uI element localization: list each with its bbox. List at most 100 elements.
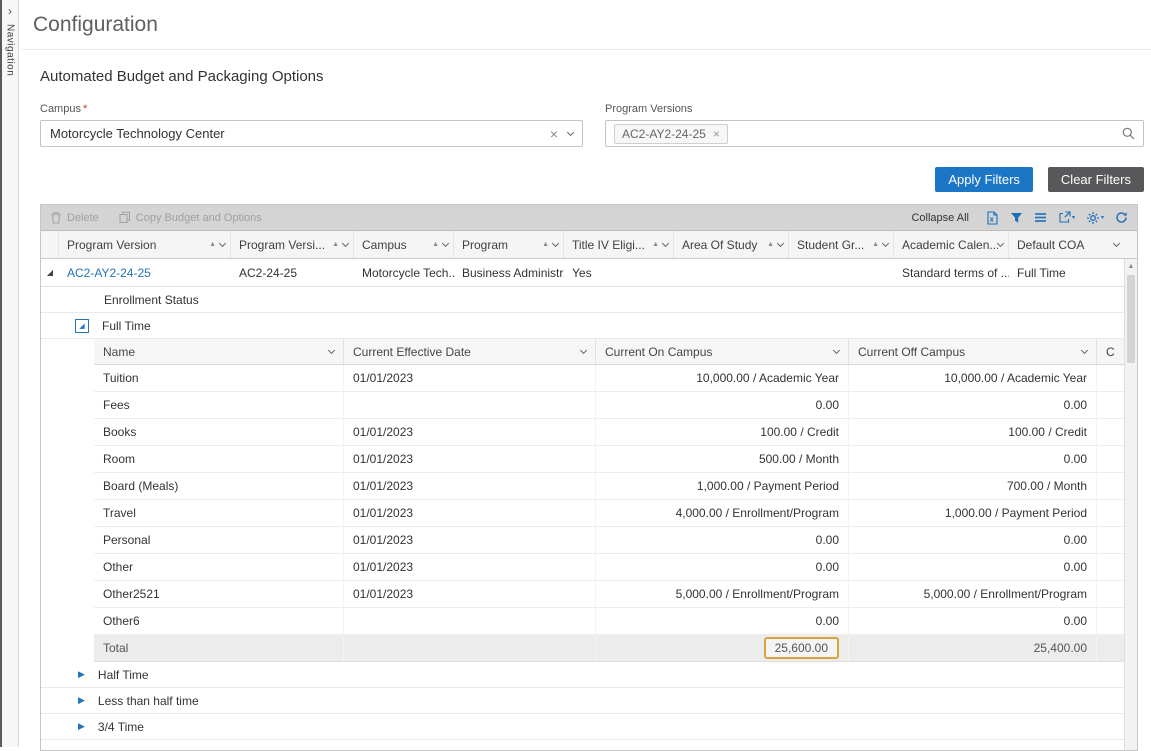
column-header-title-iv[interactable]: Title IV Eligi...▲ bbox=[564, 231, 674, 258]
budget-on-campus: 0.00 bbox=[596, 608, 849, 634]
expand-status-icon[interactable]: ▶ bbox=[78, 696, 85, 705]
status-row-less-than-half-time[interactable]: ▶ Less than half time bbox=[41, 688, 1124, 714]
collapse-status-icon[interactable]: ◢ bbox=[75, 319, 89, 333]
column-menu-icon[interactable] bbox=[442, 240, 449, 247]
budget-row[interactable]: Personal 01/01/2023 0.00 0.00 bbox=[94, 527, 1124, 554]
column-menu-icon[interactable] bbox=[552, 240, 559, 247]
budget-extra bbox=[1097, 608, 1124, 634]
column-menu-icon[interactable] bbox=[997, 240, 1004, 247]
program-versions-input[interactable]: AC2-AY2-24-25 × bbox=[605, 120, 1144, 147]
budget-row[interactable]: Books 01/01/2023 100.00 / Credit 100.00 … bbox=[94, 419, 1124, 446]
column-chooser-icon[interactable] bbox=[1034, 212, 1047, 223]
navigation-sidebar[interactable]: › Navigation bbox=[0, 0, 19, 747]
budget-grid: Delete Copy Budget and Options Collapse … bbox=[40, 204, 1138, 751]
budget-column-on-campus[interactable]: Current On Campus bbox=[596, 339, 849, 364]
budget-column-name[interactable]: Name bbox=[94, 339, 344, 364]
status-row-half-time[interactable]: ▶ Half Time bbox=[41, 662, 1124, 688]
budget-name: Books bbox=[94, 419, 344, 445]
settings-gear-icon[interactable]: ▾ bbox=[1086, 211, 1104, 225]
budget-off-campus: 0.00 bbox=[849, 608, 1097, 634]
column-header-student-group[interactable]: Student Gr...▲ bbox=[789, 231, 894, 258]
status-row-full-time[interactable]: ◢ Full Time bbox=[41, 313, 1124, 339]
column-menu-icon[interactable] bbox=[1081, 347, 1088, 354]
budget-on-campus: 0.00 bbox=[596, 527, 849, 553]
collapse-all-button[interactable]: Collapse All bbox=[911, 212, 968, 224]
campus-dropdown-icon[interactable] bbox=[567, 129, 574, 136]
column-header-campus[interactable]: Campus▲ bbox=[354, 231, 454, 258]
column-menu-icon[interactable] bbox=[662, 240, 669, 247]
budget-row[interactable]: Room 01/01/2023 500.00 / Month 0.00 bbox=[94, 446, 1124, 473]
budget-row[interactable]: Fees 0.00 0.00 bbox=[94, 392, 1124, 419]
chip-remove-icon[interactable]: × bbox=[713, 128, 720, 140]
budget-column-effective-date[interactable]: Current Effective Date bbox=[344, 339, 596, 364]
column-header-program-version-code[interactable]: Program Versi...▲ bbox=[231, 231, 354, 258]
column-menu-icon[interactable] bbox=[328, 347, 335, 354]
status-row-three-quarter-time[interactable]: ▶ 3/4 Time bbox=[41, 714, 1124, 740]
delete-button[interactable]: Delete bbox=[50, 211, 99, 224]
program-version-link[interactable]: AC2-AY2-24-25 bbox=[67, 266, 151, 280]
page-header: Configuration bbox=[21, 0, 1151, 50]
filter-icon[interactable] bbox=[1010, 212, 1023, 224]
table-row[interactable]: ◢ AC2-AY2-24-25 AC2-24-25 Motorcycle Tec… bbox=[41, 259, 1124, 287]
trash-icon bbox=[50, 211, 62, 224]
budget-row[interactable]: Travel 01/01/2023 4,000.00 / Enrollment/… bbox=[94, 500, 1124, 527]
apply-filters-button[interactable]: Apply Filters bbox=[935, 167, 1033, 192]
hierarchy-column-header bbox=[41, 231, 59, 258]
budget-row[interactable]: Board (Meals) 01/01/2023 1,000.00 / Paym… bbox=[94, 473, 1124, 500]
column-header-program-version[interactable]: Program Version▲ bbox=[59, 231, 231, 258]
nav-label[interactable]: Navigation bbox=[5, 24, 16, 76]
grid-body: ◢ AC2-AY2-24-25 AC2-24-25 Motorcycle Tec… bbox=[41, 259, 1137, 750]
budget-row[interactable]: Other6 0.00 0.00 bbox=[94, 608, 1124, 635]
refresh-icon[interactable] bbox=[1115, 211, 1128, 224]
column-menu-icon[interactable] bbox=[777, 240, 784, 247]
campus-select[interactable]: Motorcycle Technology Center × bbox=[40, 120, 583, 147]
expand-status-icon[interactable]: ▶ bbox=[78, 722, 85, 731]
budget-extra bbox=[1097, 554, 1124, 580]
filters-row: Campus* Motorcycle Technology Center × P… bbox=[40, 103, 1144, 147]
scroll-up-icon[interactable]: ▲ bbox=[1125, 259, 1137, 274]
budget-table-header: Name Current Effective Date Current On C… bbox=[94, 339, 1124, 365]
search-icon[interactable] bbox=[1122, 127, 1135, 140]
program-version-chip[interactable]: AC2-AY2-24-25 × bbox=[614, 124, 728, 144]
column-menu-icon[interactable] bbox=[580, 347, 587, 354]
column-header-area-of-study[interactable]: Area Of Study▲ bbox=[674, 231, 789, 258]
column-menu-icon[interactable] bbox=[342, 240, 349, 247]
budget-row[interactable]: Other 01/01/2023 0.00 0.00 bbox=[94, 554, 1124, 581]
budget-date: 01/01/2023 bbox=[344, 554, 596, 580]
budget-on-campus: 0.00 bbox=[596, 392, 849, 418]
nav-expand-icon[interactable]: › bbox=[8, 5, 12, 17]
total-label: Total bbox=[94, 635, 344, 661]
budget-off-campus: 1,000.00 / Payment Period bbox=[849, 500, 1097, 526]
sort-asc-icon: ▲ bbox=[332, 241, 339, 248]
cell-program-version: AC2-AY2-24-25 bbox=[59, 266, 231, 280]
export-excel-icon[interactable] bbox=[986, 211, 999, 225]
copy-budget-button[interactable]: Copy Budget and Options bbox=[119, 211, 262, 224]
export-icon[interactable]: ▾ bbox=[1058, 211, 1075, 224]
budget-name: Other6 bbox=[94, 608, 344, 634]
column-menu-icon[interactable] bbox=[1113, 240, 1120, 247]
budget-date: 01/01/2023 bbox=[344, 419, 596, 445]
column-header-academic-calendar[interactable]: Academic Calen... bbox=[894, 231, 1009, 258]
column-header-default-coa[interactable]: Default COA bbox=[1009, 231, 1124, 258]
vertical-scrollbar[interactable]: ▲ bbox=[1124, 259, 1137, 750]
column-header-program[interactable]: Program▲ bbox=[454, 231, 564, 258]
row-collapse-icon[interactable]: ◢ bbox=[41, 268, 59, 277]
column-menu-icon[interactable] bbox=[219, 240, 226, 247]
budget-column-off-campus[interactable]: Current Off Campus bbox=[849, 339, 1097, 364]
budget-total-row: Total 25,600.00 25,400.00 bbox=[94, 635, 1124, 662]
budget-on-campus: 100.00 / Credit bbox=[596, 419, 849, 445]
budget-column-truncated[interactable]: Curr bbox=[1097, 339, 1124, 364]
campus-clear-icon[interactable]: × bbox=[550, 127, 558, 141]
budget-row[interactable]: Tuition 01/01/2023 10,000.00 / Academic … bbox=[94, 365, 1124, 392]
selected-total-cell[interactable]: 25,600.00 bbox=[764, 637, 839, 659]
clear-filters-button[interactable]: Clear Filters bbox=[1048, 167, 1144, 192]
expand-status-icon[interactable]: ▶ bbox=[78, 670, 85, 679]
budget-row[interactable]: Other2521 01/01/2023 5,000.00 / Enrollme… bbox=[94, 581, 1124, 608]
budget-extra bbox=[1097, 392, 1124, 418]
budget-on-campus: 4,000.00 / Enrollment/Program bbox=[596, 500, 849, 526]
program-versions-field: Program Versions AC2-AY2-24-25 × bbox=[605, 103, 1144, 147]
column-menu-icon[interactable] bbox=[882, 240, 889, 247]
chip-label: AC2-AY2-24-25 bbox=[622, 127, 706, 141]
column-menu-icon[interactable] bbox=[833, 347, 840, 354]
scrollbar-thumb[interactable] bbox=[1127, 275, 1135, 363]
